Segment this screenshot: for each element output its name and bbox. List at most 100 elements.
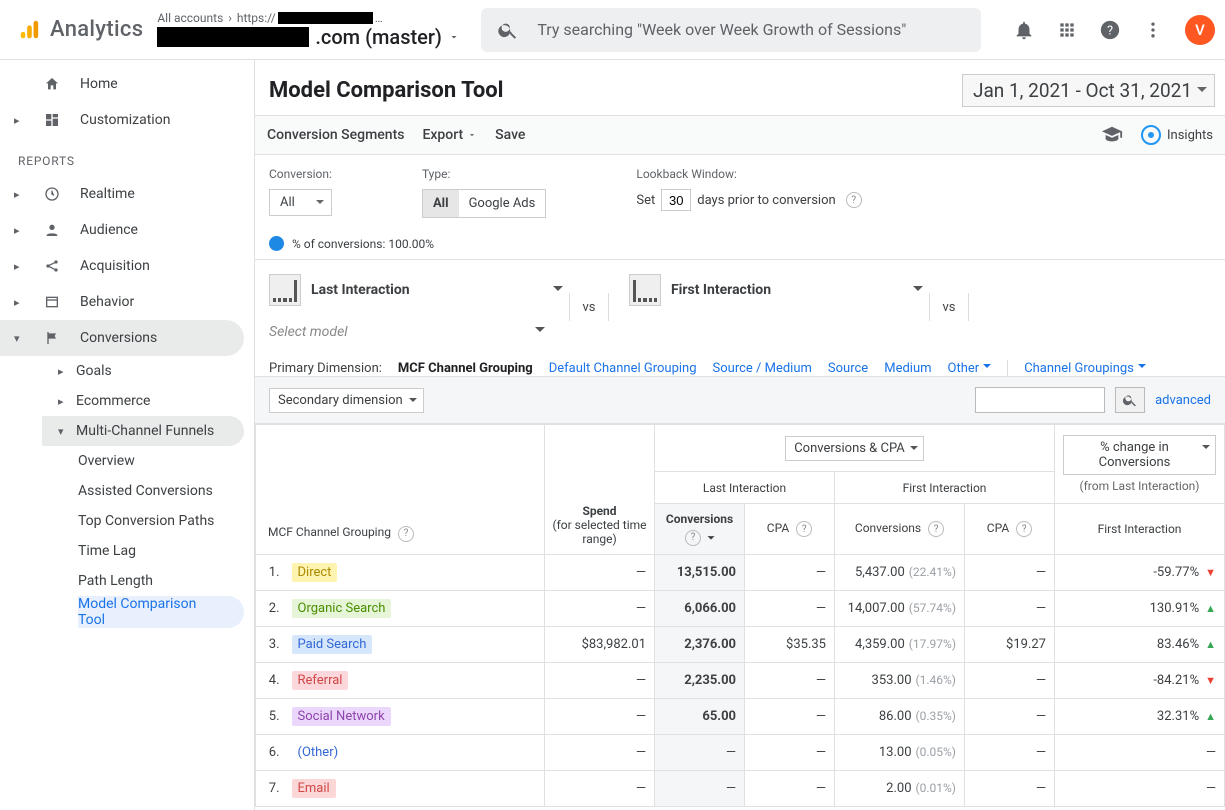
sidebar-item-home[interactable]: ▸ Home: [0, 66, 254, 102]
home-icon: [44, 76, 60, 92]
save-button[interactable]: Save: [495, 127, 525, 143]
row-spend: —: [545, 554, 655, 590]
sort-desc-icon: [704, 528, 718, 542]
cpa-hdr[interactable]: CPA: [767, 521, 789, 535]
help-icon[interactable]: ?: [398, 526, 414, 542]
mcf-overview[interactable]: Overview: [78, 446, 254, 476]
apps-icon[interactable]: [1057, 20, 1077, 40]
row-last-conv: 2,235.00: [655, 662, 745, 698]
conv-hdr[interactable]: Conversions: [666, 512, 733, 526]
dim-channel-groupings[interactable]: Channel Groupings: [1024, 361, 1146, 376]
table-row[interactable]: 4.Referral—2,235.00—353.00(1.46%)—-84.21…: [256, 662, 1225, 698]
row-change: 83.46%▲: [1055, 626, 1225, 662]
caret-down-icon: [448, 31, 460, 43]
ga-logo[interactable]: Analytics: [18, 17, 143, 42]
search-icon: [1122, 392, 1138, 408]
last-interaction-icon: [269, 274, 301, 306]
row-number: 4.: [256, 662, 284, 698]
row-change: 32.31%▲: [1055, 698, 1225, 734]
row-spend: —: [545, 770, 655, 806]
conversion-dot-icon: [269, 236, 284, 251]
mcf-assisted[interactable]: Assisted Conversions: [78, 476, 254, 506]
row-last-cpa: —: [745, 734, 835, 770]
caret-down-icon: [467, 130, 477, 140]
first-interaction-chg: First Interaction: [1098, 522, 1182, 536]
type-gads-button[interactable]: Google Ads: [459, 190, 546, 217]
pct-conversions: % of conversions: 100.00%: [292, 237, 434, 251]
dim-src[interactable]: Source: [828, 361, 868, 376]
row-channel: Email: [284, 770, 545, 806]
model-1-select[interactable]: Last Interaction Select model: [269, 274, 569, 340]
row-number: 2.: [256, 590, 284, 626]
table-search-button[interactable]: [1115, 387, 1145, 413]
row-last-conv: 6,066.00: [655, 590, 745, 626]
sidebar-sub-mcf[interactable]: ▾Multi-Channel Funnels: [42, 416, 244, 446]
metric-select[interactable]: Conversions & CPA: [785, 436, 924, 461]
row-spend: —: [545, 590, 655, 626]
model-pickers: Last Interaction Select model vs First I…: [255, 260, 1225, 354]
mcf-model-comparison[interactable]: Model Comparison Tool: [78, 596, 244, 628]
type-all-button[interactable]: All: [423, 190, 459, 217]
bell-icon[interactable]: [1013, 19, 1035, 41]
brand-title: Analytics: [50, 17, 143, 42]
row-number: 7.: [256, 770, 284, 806]
help-icon[interactable]: ?: [1016, 521, 1032, 537]
avatar[interactable]: V: [1185, 15, 1215, 45]
export-button[interactable]: Export: [422, 127, 477, 143]
row-spend: —: [545, 662, 655, 698]
dim-med[interactable]: Medium: [884, 361, 931, 376]
cpa-hdr-2[interactable]: CPA: [987, 521, 1009, 535]
dim-default[interactable]: Default Channel Grouping: [549, 361, 697, 376]
sidebar-item-behavior[interactable]: ▸ Behavior: [0, 284, 254, 320]
model-1b-select[interactable]: Select model: [269, 324, 545, 340]
row-channel: Social Network: [284, 698, 545, 734]
help-icon[interactable]: ?: [796, 521, 812, 537]
table-row[interactable]: 1.Direct—13,515.00—5,437.00(22.41%)—-59.…: [256, 554, 1225, 590]
secondary-dim-select[interactable]: Secondary dimension: [269, 388, 424, 413]
sidebar-item-realtime[interactable]: ▸ Realtime: [0, 176, 254, 212]
lookback-days-input[interactable]: [661, 189, 691, 211]
change-metric-select[interactable]: % change in Conversions: [1063, 435, 1216, 475]
insights-button[interactable]: Insights: [1141, 125, 1213, 145]
mcf-timelag[interactable]: Time Lag: [78, 536, 254, 566]
date-range-picker[interactable]: Jan 1, 2021 - Oct 31, 2021: [962, 74, 1215, 107]
conversion-select[interactable]: All: [269, 189, 332, 216]
table-row[interactable]: 6.(Other)———13.00(0.05%)——: [256, 734, 1225, 770]
dim-srcmed[interactable]: Source / Medium: [713, 361, 812, 376]
table-row[interactable]: 7.Email———2.00(0.01%)——: [256, 770, 1225, 806]
sidebar-item-customization[interactable]: ▸ Customization: [0, 102, 254, 138]
sidebar-item-audience[interactable]: ▸ Audience: [0, 212, 254, 248]
mcf-topconv[interactable]: Top Conversion Paths: [78, 506, 254, 536]
row-last-cpa: $35.35: [745, 626, 835, 662]
dim-mcf[interactable]: MCF Channel Grouping: [398, 361, 533, 376]
conversion-segments-button[interactable]: Conversion Segments: [267, 127, 404, 143]
table-row[interactable]: 5.Social Network—65.00—86.00(0.35%)—32.3…: [256, 698, 1225, 734]
behavior-icon: [44, 294, 60, 310]
graduation-icon[interactable]: [1101, 124, 1123, 146]
row-first-cpa: —: [965, 662, 1055, 698]
flag-icon: [44, 330, 60, 346]
advanced-link[interactable]: advanced: [1155, 393, 1211, 408]
sidebar-sub-goals[interactable]: ▸Goals: [58, 356, 254, 386]
sidebar-item-conversions[interactable]: ▾ Conversions: [0, 320, 244, 356]
conv-hdr-2[interactable]: Conversions: [855, 521, 921, 535]
sidebar-sub-ecommerce[interactable]: ▸Ecommerce: [58, 386, 254, 416]
account-picker[interactable]: All accounts › https://… .com (master): [157, 11, 467, 49]
account-breadcrumb: All accounts › https://…: [157, 11, 467, 25]
more-vert-icon[interactable]: [1143, 20, 1163, 40]
help-icon[interactable]: ?: [1099, 19, 1121, 41]
table-row[interactable]: 2.Organic Search—6,066.00—14,007.00(57.7…: [256, 590, 1225, 626]
model-2-select[interactable]: First Interaction: [629, 274, 929, 306]
dim-other[interactable]: Other: [948, 361, 992, 376]
search-icon: [497, 19, 519, 41]
help-icon[interactable]: ?: [928, 521, 944, 537]
table-search-input[interactable]: [975, 387, 1105, 413]
mcf-pathlen[interactable]: Path Length: [78, 566, 254, 596]
help-icon[interactable]: ?: [685, 530, 701, 546]
sidebar-item-acquisition[interactable]: ▸ Acquisition: [0, 248, 254, 284]
table-row[interactable]: 3.Paid Search$83,982.012,376.00$35.354,3…: [256, 626, 1225, 662]
help-icon[interactable]: ?: [846, 192, 862, 208]
vs-label-2: vs: [929, 293, 969, 321]
search-box[interactable]: Try searching "Week over Week Growth of …: [481, 8, 981, 52]
vs-label: vs: [569, 293, 609, 321]
